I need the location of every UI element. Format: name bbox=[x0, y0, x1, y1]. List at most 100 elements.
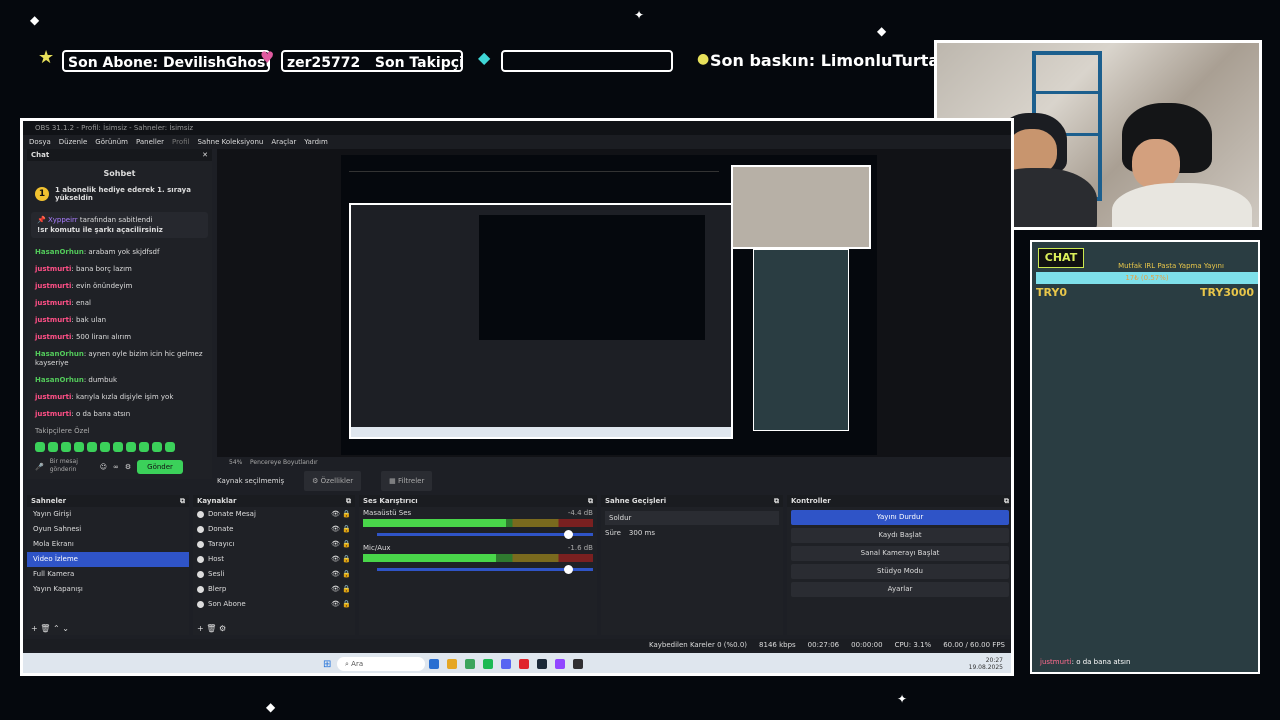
visibility-icon[interactable]: 👁 🔒 bbox=[331, 537, 351, 552]
chat-input[interactable]: Bir mesaj gönderin bbox=[50, 458, 94, 476]
scene-item[interactable]: Yayın Kapanışı bbox=[27, 582, 189, 597]
chat-username[interactable]: justmurti bbox=[35, 282, 71, 290]
source-item[interactable]: Donate Mesaj 👁 🔒 bbox=[193, 507, 355, 522]
menu-file[interactable]: Dosya bbox=[29, 135, 51, 149]
visibility-icon[interactable]: 👁 🔒 bbox=[331, 567, 351, 582]
source-item[interactable]: Blerp 👁 🔒 bbox=[193, 582, 355, 597]
pinned-message[interactable]: 📌 Xyppeirr tarafından sabitlendi !sr kom… bbox=[31, 212, 208, 238]
emote-icon[interactable] bbox=[48, 442, 58, 452]
steam-icon[interactable] bbox=[537, 659, 547, 669]
down-icon[interactable]: ⌄ bbox=[62, 624, 69, 633]
emoji-icon[interactable]: ☺ bbox=[100, 463, 107, 471]
emote-icon[interactable] bbox=[61, 442, 71, 452]
scene-item[interactable]: Video İzleme bbox=[27, 552, 189, 567]
source-item[interactable]: Son Abone 👁 🔒 bbox=[193, 597, 355, 612]
mic-icon[interactable]: 🎤 bbox=[35, 463, 44, 471]
add-icon[interactable]: + bbox=[31, 624, 38, 633]
close-icon[interactable]: ✕ bbox=[202, 149, 208, 161]
settings-button[interactable]: Ayarlar bbox=[791, 582, 1009, 597]
dock-icon[interactable]: ⧉ bbox=[774, 495, 779, 507]
chat-username[interactable]: justmurti bbox=[35, 333, 71, 341]
menu-edit[interactable]: Düzenle bbox=[59, 135, 88, 149]
transition-select[interactable]: Soldur bbox=[605, 511, 779, 525]
send-button[interactable]: Gönder bbox=[137, 460, 183, 474]
message-list: HasanOrhun: arabam yok skjdfsdf justmurti… bbox=[27, 244, 212, 423]
emote-icon[interactable] bbox=[113, 442, 123, 452]
add-icon[interactable]: + bbox=[197, 624, 204, 633]
bits-icon[interactable]: ∞ bbox=[113, 463, 119, 471]
menu-view[interactable]: Görünüm bbox=[95, 135, 128, 149]
visibility-icon[interactable]: 👁 🔒 bbox=[331, 507, 351, 522]
emote-icon[interactable] bbox=[152, 442, 162, 452]
studio-mode-button[interactable]: Stüdyo Modu bbox=[791, 564, 1009, 579]
dock-icon[interactable]: ⧉ bbox=[588, 495, 593, 507]
chat-username[interactable]: HasanOrhun bbox=[35, 350, 84, 358]
goal-progress: 17₺ (0.57%) bbox=[1125, 274, 1169, 282]
virtual-camera-button[interactable]: Sanal Kamerayı Başlat bbox=[791, 546, 1009, 561]
dock-icon[interactable]: ⧉ bbox=[346, 495, 351, 507]
explorer-icon[interactable] bbox=[429, 659, 439, 669]
zoom-level[interactable]: 54% bbox=[229, 459, 242, 466]
opera-icon[interactable] bbox=[519, 659, 529, 669]
chat-username[interactable]: justmurti bbox=[35, 393, 71, 401]
menu-tools[interactable]: Araçlar bbox=[271, 135, 296, 149]
visibility-icon[interactable]: 👁 🔒 bbox=[331, 552, 351, 567]
menu-profile[interactable]: Profil bbox=[172, 135, 189, 149]
visibility-icon[interactable]: 👁 🔒 bbox=[331, 597, 351, 612]
filters-button[interactable]: ▦ Filtreler bbox=[381, 471, 433, 491]
menu-docks[interactable]: Paneller bbox=[136, 135, 164, 149]
emote-icon[interactable] bbox=[165, 442, 175, 452]
chat-username[interactable]: justmurti bbox=[35, 316, 71, 324]
source-item[interactable]: Tarayıcı 👁 🔒 bbox=[193, 537, 355, 552]
trash-icon[interactable]: 🗑 bbox=[40, 624, 50, 633]
twitch-icon[interactable] bbox=[555, 659, 565, 669]
chat-username[interactable]: justmurti bbox=[35, 265, 71, 273]
visibility-icon[interactable]: 👁 🔒 bbox=[331, 522, 351, 537]
fit-window[interactable]: Pencereye Boyutlandır bbox=[250, 459, 318, 466]
gear-icon[interactable]: ⚙ bbox=[125, 463, 131, 471]
dock-icon[interactable]: ⧉ bbox=[1004, 495, 1009, 507]
source-item[interactable]: Host 👁 🔒 bbox=[193, 552, 355, 567]
chat-username[interactable]: justmurti bbox=[35, 299, 71, 307]
stop-stream-button[interactable]: Yayını Durdur bbox=[791, 510, 1009, 525]
source-item[interactable]: Donate 👁 🔒 bbox=[193, 522, 355, 537]
emote-icon[interactable] bbox=[126, 442, 136, 452]
duration-value[interactable]: 300 ms bbox=[629, 529, 655, 537]
scene-item[interactable]: Full Kamera bbox=[27, 567, 189, 582]
emote-icon[interactable] bbox=[100, 442, 110, 452]
menu-scene-collection[interactable]: Sahne Koleksiyonu bbox=[197, 135, 263, 149]
bitrate: 8146 kbps bbox=[759, 641, 796, 649]
emote-icon[interactable] bbox=[87, 442, 97, 452]
scene-item[interactable]: Yayın Girişi bbox=[27, 507, 189, 522]
taskbar-search[interactable]: ⌕ Ara bbox=[337, 657, 425, 671]
emote-icon[interactable] bbox=[35, 442, 45, 452]
visibility-icon[interactable]: 👁 🔒 bbox=[331, 582, 351, 597]
dock-icon[interactable]: ⧉ bbox=[180, 495, 185, 507]
gear-icon[interactable]: ⚙ bbox=[219, 624, 226, 633]
scene-item[interactable]: Oyun Sahnesi bbox=[27, 522, 189, 537]
volume-slider[interactable] bbox=[377, 565, 593, 574]
emote-icon[interactable] bbox=[139, 442, 149, 452]
source-toolbar-bottom: + 🗑 ⚙ bbox=[197, 624, 226, 633]
spotify-icon[interactable] bbox=[483, 659, 493, 669]
clock[interactable]: 20:27 19.08.2025 bbox=[969, 657, 1003, 671]
browser-icon[interactable] bbox=[465, 659, 475, 669]
emote-icon[interactable] bbox=[74, 442, 84, 452]
discord-icon[interactable] bbox=[501, 659, 511, 669]
up-icon[interactable]: ⌃ bbox=[53, 624, 60, 633]
chat-username[interactable]: HasanOrhun bbox=[35, 376, 84, 384]
properties-button[interactable]: ⚙ Özellikler bbox=[304, 471, 362, 491]
windows-start-icon[interactable]: ⊞ bbox=[323, 659, 333, 670]
source-item[interactable]: Sesli 👁 🔒 bbox=[193, 567, 355, 582]
chat-username[interactable]: justmurti bbox=[35, 410, 71, 418]
preview-canvas[interactable] bbox=[217, 149, 1011, 457]
start-record-button[interactable]: Kaydı Başlat bbox=[791, 528, 1009, 543]
browser-source-icon bbox=[197, 586, 204, 593]
chat-username[interactable]: HasanOrhun bbox=[35, 248, 84, 256]
folder-icon[interactable] bbox=[447, 659, 457, 669]
volume-slider[interactable] bbox=[377, 530, 593, 539]
scene-item[interactable]: Mola Ekranı bbox=[27, 537, 189, 552]
obs-icon[interactable] bbox=[573, 659, 583, 669]
trash-icon[interactable]: 🗑 bbox=[206, 624, 216, 633]
menu-help[interactable]: Yardım bbox=[304, 135, 328, 149]
